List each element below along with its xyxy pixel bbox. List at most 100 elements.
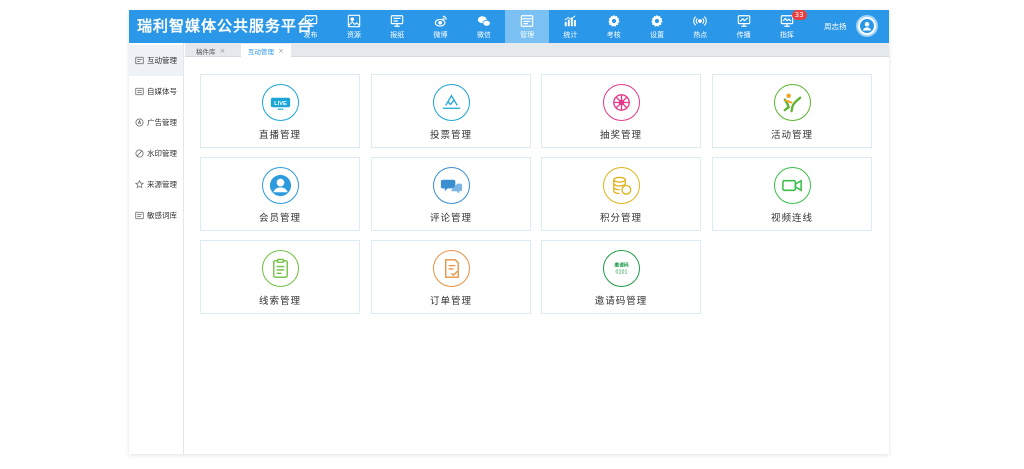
invite-code-icon-number: 0101 xyxy=(615,269,627,275)
gear-icon xyxy=(608,14,620,27)
tab-manuscripts[interactable]: 稿件库 × xyxy=(189,44,232,57)
nav-item-weibo[interactable]: 微博 xyxy=(419,10,462,43)
card-label: 订单管理 xyxy=(429,296,472,307)
nav-item-manage[interactable]: 管理 xyxy=(505,10,549,43)
sidebar-item-label: 广告管理 xyxy=(147,118,177,127)
avatar[interactable] xyxy=(856,15,878,37)
card-label: 评论管理 xyxy=(429,213,472,224)
manage-icon xyxy=(520,14,534,27)
card-label: 线索管理 xyxy=(258,296,301,307)
clue-icon xyxy=(261,250,299,287)
nav-item-hotspot[interactable]: 热点 xyxy=(679,10,722,43)
sidebar-item-media-account[interactable]: 自媒体号 xyxy=(129,76,183,107)
vote-icon xyxy=(432,84,470,121)
sidebar-item-interaction[interactable]: 互动管理 xyxy=(129,45,183,76)
tab-label: 互动管理 xyxy=(248,47,274,56)
nav-item-statistics[interactable]: 统计 xyxy=(549,10,592,43)
tab-close-button[interactable]: × xyxy=(278,47,284,55)
order-icon xyxy=(432,250,470,287)
card-points[interactable]: 积分管理 xyxy=(541,157,701,231)
lottery-icon xyxy=(602,84,640,121)
app-window: 瑞利智媒体公共服务平台 发布 资源 报纸 微博 微信 管理 统计 考核 设置 热… xyxy=(129,10,889,454)
sidebar-item-watermark[interactable]: 水印管理 xyxy=(129,138,183,169)
sidebar-item-ads[interactable]: 广告管理 xyxy=(129,107,183,138)
tab-close-button[interactable]: × xyxy=(220,47,226,55)
nav-label: 资源 xyxy=(346,30,361,39)
card-member[interactable]: 会员管理 xyxy=(200,157,360,231)
monitor-icon xyxy=(304,14,317,27)
notification-badge: 33 xyxy=(791,10,807,20)
card-live[interactable]: LIVE 直播管理 xyxy=(200,74,360,148)
nav-item-wechat[interactable]: 微信 xyxy=(462,10,505,43)
nav-label: 传播 xyxy=(736,30,751,39)
sidebar-item-label: 互动管理 xyxy=(147,56,177,65)
card-clue[interactable]: 线索管理 xyxy=(200,240,360,314)
brand-title: 瑞利智媒体公共服务平台 xyxy=(137,17,314,35)
main-content: LIVE 直播管理 投票管理 抽奖管理 活动管理 会员管理 评论管理 积分管理 … xyxy=(185,58,889,454)
nav-label: 统计 xyxy=(563,30,578,39)
card-label: 视频连线 xyxy=(770,213,813,224)
card-label: 活动管理 xyxy=(770,130,813,141)
sidebar-item-label: 水印管理 xyxy=(147,149,177,158)
card-order[interactable]: 订单管理 xyxy=(371,240,531,314)
comment-icon xyxy=(432,167,470,204)
newspaper-icon xyxy=(390,14,404,27)
weibo-icon xyxy=(434,15,447,27)
sidebar-item-label: 自媒体号 xyxy=(147,87,177,96)
card-label: 积分管理 xyxy=(599,213,642,224)
live-icon-text: LIVE xyxy=(274,101,287,107)
media-account-icon xyxy=(135,87,144,96)
nav-item-settings[interactable]: 设置 xyxy=(635,10,678,43)
top-nav: 发布 资源 报纸 微博 微信 管理 统计 考核 设置 热点 传播 指挥 33 xyxy=(289,10,809,43)
card-invite-code[interactable]: 邀请码 0101 邀请码管理 xyxy=(541,240,701,314)
nav-label: 微信 xyxy=(476,30,491,39)
nav-label: 考核 xyxy=(606,30,621,39)
ad-icon xyxy=(135,118,144,127)
interaction-icon xyxy=(135,56,144,65)
live-icon: LIVE xyxy=(261,84,299,121)
nav-item-publish[interactable]: 发布 xyxy=(289,10,332,43)
nav-item-assessment[interactable]: 考核 xyxy=(592,10,635,43)
card-label: 投票管理 xyxy=(429,130,472,141)
nav-item-spread[interactable]: 传播 xyxy=(722,10,765,43)
wechat-icon xyxy=(477,15,491,27)
member-icon xyxy=(261,167,299,204)
nav-item-command[interactable]: 指挥 33 xyxy=(765,10,808,43)
sidebar-item-label: 敏感词库 xyxy=(147,211,177,220)
sidebar-item-sensitive-words[interactable]: 敏感词库 xyxy=(129,200,183,231)
sidebar: 互动管理 自媒体号 广告管理 水印管理 来源管理 敏感词库 xyxy=(129,43,184,454)
top-bar: 瑞利智媒体公共服务平台 发布 资源 报纸 微博 微信 管理 统计 考核 设置 热… xyxy=(129,10,889,43)
card-activity[interactable]: 活动管理 xyxy=(712,74,872,148)
broadcast-icon xyxy=(693,15,708,26)
nav-label: 微博 xyxy=(433,30,448,39)
card-comment[interactable]: 评论管理 xyxy=(371,157,531,231)
star-icon xyxy=(135,180,144,189)
tab-interaction[interactable]: 互动管理 × xyxy=(241,44,291,57)
card-label: 抽奖管理 xyxy=(599,130,642,141)
tab-label: 稿件库 xyxy=(196,47,216,56)
user-avatar-icon xyxy=(860,19,874,33)
trend-icon xyxy=(737,14,750,27)
card-video[interactable]: 视频连线 xyxy=(712,157,872,231)
nav-label: 管理 xyxy=(520,30,535,39)
invite-code-icon-text: 邀请码 xyxy=(614,262,629,269)
nav-item-resources[interactable]: 资源 xyxy=(332,10,375,43)
tab-strip: 稿件库 × 互动管理 × xyxy=(185,43,889,57)
card-label: 邀请码管理 xyxy=(594,296,648,307)
card-label: 直播管理 xyxy=(258,130,301,141)
points-icon xyxy=(602,167,640,204)
watermark-icon xyxy=(135,149,144,158)
sidebar-item-label: 来源管理 xyxy=(147,180,177,189)
invite-code-icon: 邀请码 0101 xyxy=(602,250,640,287)
sensitive-words-icon xyxy=(135,211,144,220)
card-vote[interactable]: 投票管理 xyxy=(371,74,531,148)
nav-label: 指挥 xyxy=(779,30,794,39)
activity-icon xyxy=(773,84,811,121)
card-lottery[interactable]: 抽奖管理 xyxy=(541,74,701,148)
image-icon xyxy=(347,14,361,27)
nav-label: 报纸 xyxy=(390,30,405,39)
user-name[interactable]: 周志扬 xyxy=(824,21,847,32)
nav-item-newspaper[interactable]: 报纸 xyxy=(376,10,419,43)
sidebar-item-source[interactable]: 来源管理 xyxy=(129,169,183,200)
gear-icon xyxy=(651,14,663,27)
